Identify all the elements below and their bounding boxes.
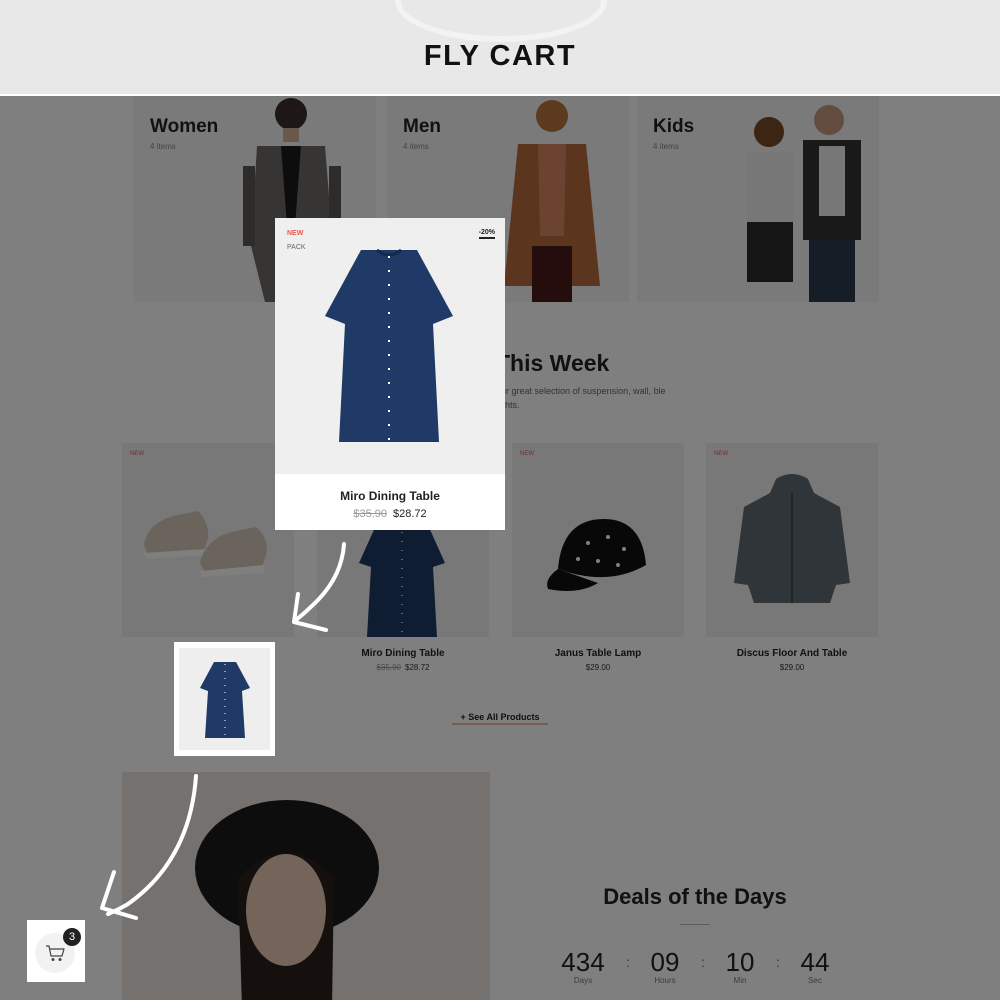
decorative-swoosh (395, 0, 607, 42)
thumbnail-image-area (179, 648, 270, 750)
pack-badge: PACK (287, 244, 306, 251)
dress-image (325, 248, 453, 442)
new-badge: NEW (287, 230, 304, 237)
product-popup[interactable]: NEW PACK -20% Miro Dining Table $35.90 $2… (275, 218, 505, 530)
page-title: FLY CART (423, 40, 577, 72)
discount-badge: -20% (478, 229, 495, 239)
flying-product-thumbnail (174, 642, 275, 756)
fly-cart-button[interactable]: 3 (27, 920, 85, 982)
popup-price: $35.90 $28.72 (275, 508, 505, 520)
page-header: FLY CART (0, 0, 1000, 96)
dress-thumbnail-icon (200, 662, 250, 738)
old-price: $35.90 (353, 508, 387, 520)
cart-count-badge: 3 (63, 928, 81, 946)
popup-image-area (275, 218, 505, 474)
popup-product-name[interactable]: Miro Dining Table (275, 489, 505, 503)
cart-icon (46, 945, 65, 961)
current-price: $28.72 (393, 508, 427, 520)
